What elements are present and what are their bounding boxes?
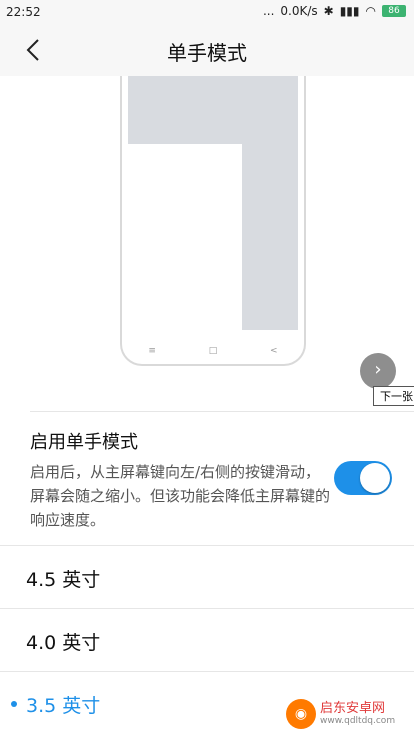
watermark-name: 启东安卓网 <box>320 701 386 716</box>
watermark-url: www.qdltdq.com <box>320 716 396 726</box>
toggle-description: 启用后，从主屏幕键向左/右侧的按键滑动，屏幕会随之缩小。但该功能会降低主屏幕键的… <box>30 463 331 529</box>
one-hand-mode-switch[interactable] <box>334 461 392 495</box>
signal-icon: ▮▮▮ <box>339 4 360 18</box>
size-label: 3.5 英寸 <box>26 695 101 717</box>
shrunk-screen <box>128 144 242 330</box>
divider <box>0 671 414 672</box>
back-key-icon: < <box>270 346 278 356</box>
watermark-text: 启东安卓网 www.qdltdq.com <box>320 701 396 727</box>
size-option-4-0[interactable]: 4.0 英寸 <box>0 610 414 670</box>
network-speed: 0.0K/s <box>280 4 318 18</box>
size-label: 4.5 英寸 <box>26 569 101 591</box>
phone-screen <box>128 76 298 330</box>
switch-knob <box>360 463 390 493</box>
phone-illustration: ≡ □ < <box>120 76 306 366</box>
chevron-right-icon: › <box>374 359 382 380</box>
status-time: 22:52 <box>6 5 41 19</box>
header-bar: 单手模式 <box>0 24 414 76</box>
status-bar: 22:52 ... 0.0K/s ✱ ▮▮▮ ◠ 86 <box>0 0 414 24</box>
divider <box>0 608 414 609</box>
watermark: ◉ 启东安卓网 www.qdltdq.com <box>286 699 395 729</box>
size-label: 4.0 英寸 <box>26 632 101 654</box>
bluetooth-icon: ✱ <box>323 4 334 18</box>
status-icons: ... 0.0K/s ✱ ▮▮▮ ◠ 86 <box>263 4 406 18</box>
more-dots: ... <box>262 4 275 18</box>
menu-key-icon: ≡ <box>148 346 156 356</box>
page-title: 单手模式 <box>167 41 247 65</box>
next-tooltip: 下一张 <box>373 386 414 406</box>
selected-dot-icon <box>11 701 17 707</box>
next-image-button[interactable]: › <box>360 353 396 389</box>
wifi-icon: ◠ <box>365 4 376 18</box>
home-key-icon: □ <box>208 346 218 356</box>
size-option-4-5[interactable]: 4.5 英寸 <box>0 547 414 607</box>
toggle-title: 启用单手模式 <box>30 432 138 453</box>
phone-nav-keys: ≡ □ < <box>122 346 304 356</box>
battery-icon: 86 <box>382 5 406 17</box>
divider <box>0 545 414 546</box>
watermark-logo-icon: ◉ <box>286 699 316 729</box>
